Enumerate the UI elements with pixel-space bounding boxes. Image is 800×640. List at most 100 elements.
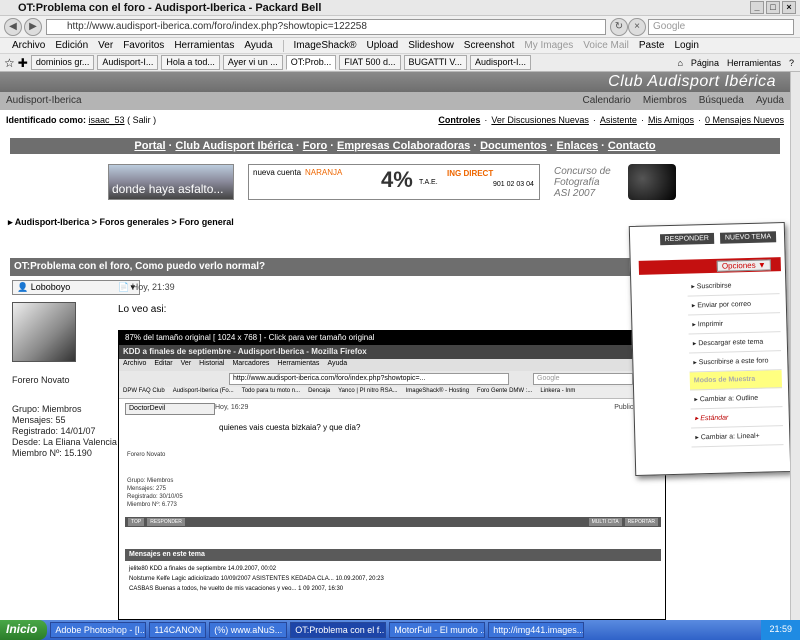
screenshot-button[interactable]: Screenshot	[464, 40, 515, 51]
controles-link[interactable]: Controles	[438, 115, 480, 125]
banner-concurso[interactable]: Concurso de Fotografía ASI 2007	[552, 164, 676, 200]
tools-menu[interactable]: Herramientas	[727, 58, 781, 68]
help-icon[interactable]: ?	[789, 58, 794, 68]
close-icon[interactable]: ×	[782, 1, 796, 14]
page-scrollbar[interactable]	[790, 72, 800, 620]
nav-miembros[interactable]: Miembros	[643, 95, 687, 106]
ff-page: DoctorDevil Hoy, 16:29 Publicado quienes…	[119, 399, 665, 611]
clock: 21:59	[761, 620, 800, 640]
contacto-link[interactable]: Contacto	[608, 140, 656, 152]
address-bar-row: ◀ ▶ http://www.audisport-iberica.com/for…	[0, 16, 800, 38]
ff-post-date: Hoy, 16:29	[215, 404, 249, 411]
ff-bookmark: Foro Gente DMW :...	[477, 388, 533, 394]
upload-button[interactable]: Upload	[367, 40, 399, 51]
option-suscribirse-foro[interactable]: ▸ Suscribirse a este foro	[689, 351, 782, 373]
new-discussions-link[interactable]: Ver Discusiones Nuevas	[491, 115, 589, 125]
nav-calendario[interactable]: Calendario	[582, 95, 630, 106]
club-link[interactable]: Club Audisport Ibérica	[175, 140, 293, 152]
new-messages-link[interactable]: 0 Mensajes Nuevos	[705, 115, 784, 125]
tab-audisport-1[interactable]: Audisport-I...	[97, 55, 159, 70]
nav-ayuda[interactable]: Ayuda	[756, 95, 784, 106]
tab-fiat[interactable]: FIAT 500 d...	[339, 55, 401, 70]
task-motorfull[interactable]: MotorFull - El mundo ...	[389, 622, 486, 638]
task-anus[interactable]: (%) www.aNuS...	[209, 622, 288, 638]
screenshot-header[interactable]: 87% del tamaño original [ 1024 x 768 ] -…	[119, 331, 665, 345]
tab-bugatti[interactable]: BUGATTI V...	[403, 55, 468, 70]
tab-hola[interactable]: Hola a tod...	[161, 55, 220, 70]
post-date-text: Hoy, 21:39	[131, 282, 175, 292]
option-enviar-correo[interactable]: ▸ Enviar por correo	[687, 294, 781, 316]
enlaces-link[interactable]: Enlaces	[557, 140, 599, 152]
banner-asfalto[interactable]: donde haya asfalto...	[108, 164, 234, 200]
imageshack-button[interactable]: ImageShack®	[294, 40, 357, 51]
my-images-button[interactable]: My Images	[524, 40, 573, 51]
ff-menu-item: Archivo	[123, 360, 147, 367]
tab-ot-problema[interactable]: OT:Prob...	[285, 55, 337, 70]
breadcrumb: ▸ Audisport-Iberica > Foros generales > …	[8, 217, 234, 227]
firefox-title: KDD a finales de septiembre - Audisport-…	[119, 345, 665, 359]
ff-url: http://www.audisport-iberica.com/foro/in…	[229, 373, 509, 385]
option-descargar[interactable]: ▸ Descargar este tema	[688, 332, 782, 354]
embedded-screenshot[interactable]: 87% del tamaño original [ 1024 x 768 ] -…	[118, 330, 666, 620]
add-favorite-icon[interactable]: ✚	[18, 56, 28, 70]
search-input[interactable]: Google	[648, 19, 794, 35]
nuevo-tema-button[interactable]: NUEVO TEMA	[719, 231, 777, 244]
maximize-icon[interactable]: □	[766, 1, 780, 14]
task-imageshack[interactable]: http://img441.images...	[488, 622, 585, 638]
option-lineal[interactable]: ▸ Cambiar a: Lineal+	[691, 426, 784, 448]
ff-btn: MULTI CITA	[588, 518, 622, 526]
logout-link[interactable]: ( Salir )	[127, 115, 156, 125]
voice-mail-button[interactable]: Voice Mail	[583, 40, 629, 51]
login-button[interactable]: Login	[674, 40, 698, 51]
ff-menu-item: Editar	[154, 360, 173, 367]
author-rank: Forero Novato	[12, 375, 70, 385]
portal-link[interactable]: Portal	[134, 140, 165, 152]
empresas-link[interactable]: Empresas Colaboradoras	[337, 140, 470, 152]
minimize-icon[interactable]: _	[750, 1, 764, 14]
separator: ·	[640, 115, 644, 125]
start-button[interactable]: Inicio	[0, 620, 48, 640]
taskbar: Inicio Adobe Photoshop - [I... 114CANON …	[0, 620, 800, 640]
favorites-star-icon[interactable]: ☆	[4, 56, 15, 70]
option-suscribirse[interactable]: ▸ Suscribirse	[687, 275, 780, 297]
refresh-icon[interactable]: ↻	[610, 18, 628, 36]
concurso-line3: ASI 2007	[554, 188, 596, 199]
tab-ayer[interactable]: Ayer vi un ...	[222, 55, 283, 70]
responder-button[interactable]: RESPONDER	[659, 232, 715, 246]
foro-link[interactable]: Foro	[303, 140, 327, 152]
stop-icon[interactable]: ×	[628, 18, 646, 36]
menu-ayuda[interactable]: Ayuda	[244, 40, 272, 51]
documentos-link[interactable]: Documentos	[480, 140, 547, 152]
site-name-link[interactable]: Audisport-Iberica	[6, 95, 82, 106]
nav-busqueda[interactable]: Búsqueda	[699, 95, 744, 106]
home-icon[interactable]: ⌂	[677, 58, 682, 68]
task-photoshop[interactable]: Adobe Photoshop - [I...	[50, 622, 147, 638]
option-outline[interactable]: ▸ Cambiar a: Outline	[690, 388, 783, 410]
ff-bookmarks: DPW FAQ Club Audisport-Iberica (Fo... To…	[119, 387, 665, 399]
task-ot-problema[interactable]: OT:Problema con el f...	[290, 622, 387, 638]
menu-favoritos[interactable]: Favoritos	[123, 40, 164, 51]
forward-icon[interactable]: ▶	[24, 18, 42, 36]
page-menu[interactable]: Página	[691, 58, 719, 68]
opciones-dropdown[interactable]: Opciones ▼	[716, 259, 771, 272]
option-imprimir[interactable]: ▸ Imprimir	[688, 313, 781, 335]
tab-dominios[interactable]: dominios gr...	[30, 55, 95, 70]
mis-amigos-link[interactable]: Mis Amigos	[648, 115, 694, 125]
asistente-link[interactable]: Asistente	[600, 115, 637, 125]
paste-button[interactable]: Paste	[639, 40, 665, 51]
menu-herramientas[interactable]: Herramientas	[174, 40, 234, 51]
menu-edicion[interactable]: Edición	[55, 40, 88, 51]
slideshow-button[interactable]: Slideshow	[408, 40, 454, 51]
back-icon[interactable]: ◀	[4, 18, 22, 36]
banner-ing[interactable]: nueva cuenta NARANJA 4% T.A.E. ING DIREC…	[248, 164, 540, 200]
username-link[interactable]: isaac_53	[89, 115, 125, 125]
menu-archivo[interactable]: Archivo	[12, 40, 45, 51]
breadcrumb-text[interactable]: Audisport-Iberica > Foros generales > Fo…	[15, 217, 234, 227]
option-estandar[interactable]: ▸ Estándar	[690, 407, 784, 429]
tab-audisport-2[interactable]: Audisport-I...	[470, 55, 532, 70]
menu-ver[interactable]: Ver	[98, 40, 113, 51]
task-canon[interactable]: 114CANON	[149, 622, 207, 638]
ff-menu-item: Marcadores	[232, 360, 270, 367]
firefox-menu: Archivo Editar Ver Historial Marcadores …	[119, 359, 665, 371]
address-input[interactable]: http://www.audisport-iberica.com/foro/in…	[46, 19, 606, 35]
